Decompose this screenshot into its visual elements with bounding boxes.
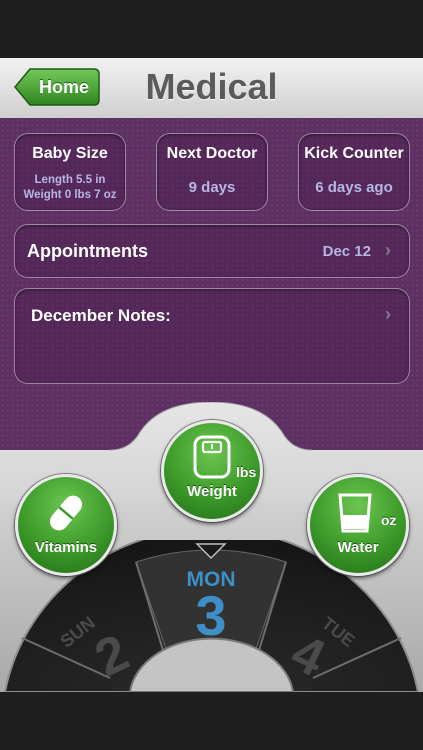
appointments-row[interactable]: Appointments Dec 12 ›	[14, 224, 410, 278]
water-label: Water	[337, 539, 379, 556]
appointments-date: Dec 12	[322, 243, 371, 260]
chevron-right-icon: ›	[385, 304, 391, 324]
vitamins-button[interactable]: Vitamins	[15, 474, 117, 576]
home-button-label: Home	[38, 77, 89, 97]
appointments-label: Appointments	[27, 241, 148, 261]
chevron-right-icon: ›	[385, 240, 391, 260]
next-doctor-value: 9 days	[188, 179, 236, 196]
weight-unit: lbs	[236, 464, 257, 480]
baby-size-card[interactable]: Baby Size Length 5.5 in Weight 0 lbs 7 o…	[14, 133, 126, 211]
weight-label: Weight	[187, 483, 237, 500]
glass-icon	[338, 493, 372, 533]
baby-size-title: Baby Size	[32, 145, 108, 162]
notes-label: December Notes:	[31, 306, 171, 325]
next-doctor-title: Next Doctor	[166, 145, 258, 162]
pill-icon	[49, 495, 83, 531]
water-unit: oz	[381, 512, 397, 528]
kick-counter-card[interactable]: Kick Counter 6 days ago	[298, 133, 410, 211]
kick-counter-value: 6 days ago	[315, 179, 393, 196]
baby-size-length: Length 5.5 in	[34, 174, 106, 186]
header-bar: Medical Home	[0, 58, 423, 119]
scale-icon	[193, 435, 231, 479]
bottom-bar	[0, 692, 423, 750]
home-button[interactable]: Home	[14, 68, 100, 106]
baby-size-weight: Weight 0 lbs 7 oz	[23, 189, 117, 201]
content-panel: Baby Size Length 5.5 in Weight 0 lbs 7 o…	[0, 118, 423, 450]
next-doctor-card[interactable]: Next Doctor 9 days	[156, 133, 268, 211]
vitamins-label: Vitamins	[34, 539, 98, 556]
kick-counter-title: Kick Counter	[304, 145, 404, 162]
dial-current-number: 3	[195, 584, 227, 647]
control-area: MON 3 SUN 2 TUE 4 Weight lbs Vitamins Wa…	[0, 402, 423, 692]
notes-box[interactable]: December Notes: ›	[14, 288, 410, 384]
